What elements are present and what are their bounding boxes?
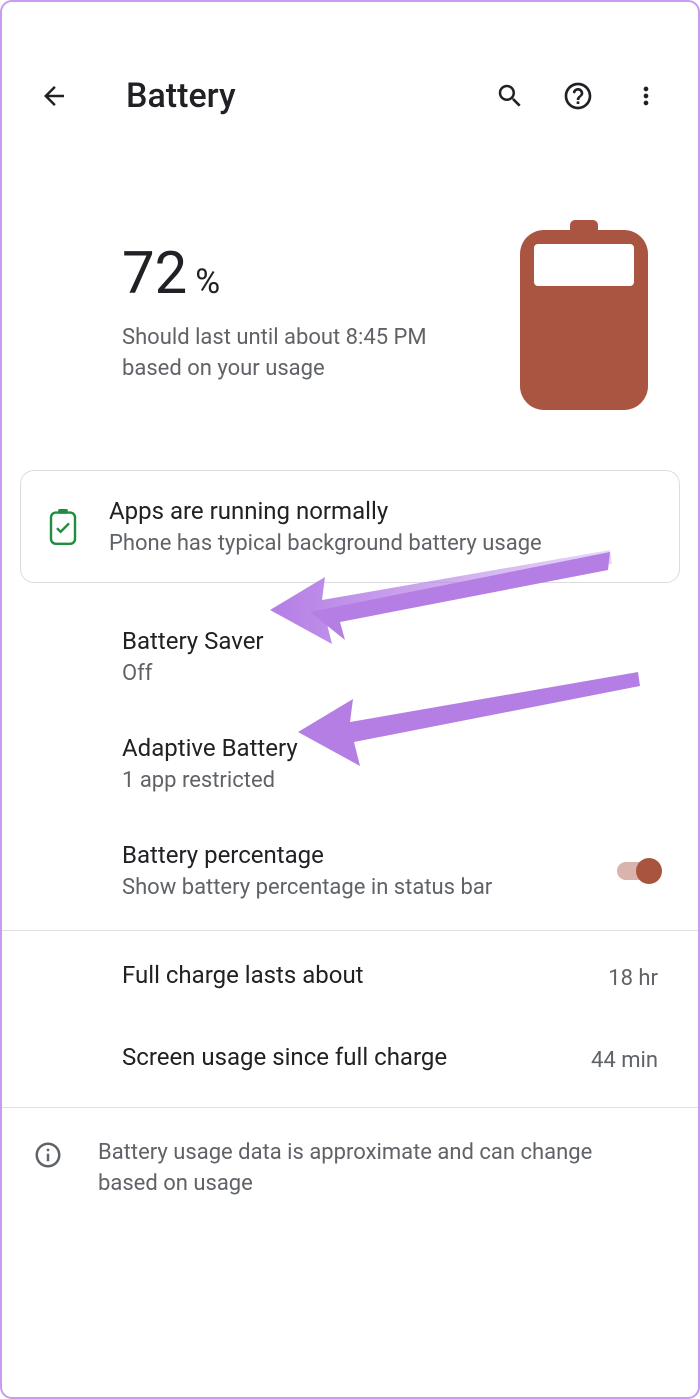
battery-percent: 72% (122, 245, 490, 303)
battery-saver-sub: Off (122, 661, 670, 686)
battery-check-icon (49, 509, 77, 545)
battery-percent-num: 72 (122, 240, 187, 308)
help-button[interactable] (554, 72, 602, 120)
full-charge-value: 18 hr (608, 966, 658, 991)
full-charge-row[interactable]: Full charge lasts about 18 hr (2, 937, 698, 1019)
battery-percentage-row[interactable]: Battery percentage Show battery percenta… (2, 817, 698, 924)
status-text: Apps are running normally Phone has typi… (109, 497, 651, 556)
battery-percentage-sub: Show battery percentage in status bar (122, 875, 614, 900)
back-arrow-icon (39, 81, 69, 111)
more-button[interactable] (622, 72, 670, 120)
info-icon (33, 1140, 63, 1170)
adaptive-battery-row[interactable]: Adaptive Battery 1 app restricted (2, 710, 698, 817)
battery-saver-row[interactable]: Battery Saver Off (2, 603, 698, 710)
status-card[interactable]: Apps are running normally Phone has typi… (20, 470, 680, 583)
footer-text: Battery usage data is approximate and ca… (98, 1138, 670, 1200)
screen-usage-value: 44 min (591, 1048, 658, 1073)
adaptive-battery-title: Adaptive Battery (122, 734, 670, 762)
page-title: Battery (126, 76, 466, 116)
battery-hero: 72% Should last until about 8:45 PM base… (2, 140, 698, 470)
status-title: Apps are running normally (109, 497, 651, 525)
back-button[interactable] (30, 72, 78, 120)
toggle-thumb (636, 858, 662, 884)
battery-estimate: Should last until about 8:45 PM based on… (122, 323, 490, 385)
search-icon (495, 81, 525, 111)
battery-percentage-toggle[interactable] (614, 858, 662, 884)
more-vert-icon (632, 82, 660, 110)
battery-percent-sym: % (195, 262, 220, 302)
battery-icon (520, 220, 648, 410)
screen-usage-title: Screen usage since full charge (122, 1043, 591, 1071)
adaptive-battery-sub: 1 app restricted (122, 768, 670, 793)
divider (2, 930, 698, 931)
status-sub: Phone has typical background battery usa… (109, 531, 651, 556)
help-icon (562, 80, 594, 112)
info-icon-wrap (30, 1140, 66, 1170)
footer: Battery usage data is approximate and ca… (2, 1114, 698, 1224)
screen-usage-row[interactable]: Screen usage since full charge 44 min (2, 1019, 698, 1101)
full-charge-title: Full charge lasts about (122, 961, 608, 989)
search-button[interactable] (486, 72, 534, 120)
header: Battery (2, 2, 698, 140)
battery-saver-title: Battery Saver (122, 627, 670, 655)
battery-percentage-title: Battery percentage (122, 841, 614, 869)
divider (2, 1107, 698, 1108)
battery-info: 72% Should last until about 8:45 PM base… (122, 245, 490, 385)
